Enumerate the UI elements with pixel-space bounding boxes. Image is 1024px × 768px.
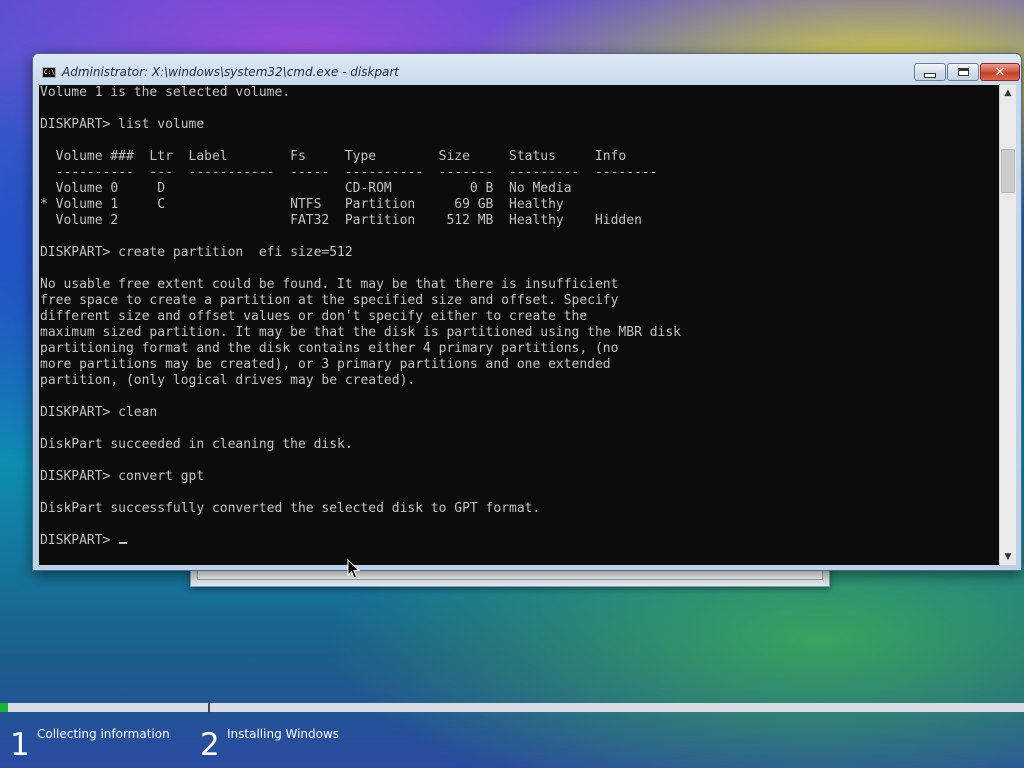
step-label: Collecting information (37, 727, 170, 741)
maximize-button[interactable] (947, 63, 979, 81)
close-icon: ✕ (994, 64, 1006, 80)
minimize-icon (924, 72, 936, 78)
window-title: Administrator: X:\windows\system32\cmd.e… (62, 65, 400, 79)
step-label: Installing Windows (227, 727, 340, 741)
console-line: DiskPart succeeded in cleaning the disk. (40, 437, 353, 452)
scroll-up-arrow-icon[interactable]: ▲ (1000, 85, 1016, 101)
console-line: DISKPART> clean (40, 405, 158, 420)
console-line: ---------- --- ----------- ----- -------… (40, 165, 658, 180)
console-line: DISKPART> create partition efi size=512 (40, 245, 353, 260)
scrollbar-thumb[interactable] (1001, 149, 1015, 193)
minimize-button[interactable] (914, 63, 946, 81)
text-cursor (119, 542, 128, 544)
window-titlebar[interactable]: C:\ Administrator: X:\windows\system32\c… (33, 54, 1021, 86)
console-line: Volume ### Ltr Label Fs Type Size Status… (40, 149, 627, 164)
console-line: maximum sized partition. It may be that … (40, 325, 681, 340)
console-line: DISKPART> convert gpt (40, 469, 205, 484)
console-line: * Volume 1 C NTFS Partition 69 GB Health… (40, 197, 564, 212)
cmd-icon: C:\ (42, 67, 56, 78)
vertical-scrollbar[interactable]: ▲ ▼ (999, 85, 1016, 565)
setup-progress-bar (0, 701, 1024, 714)
setup-progress-fill (0, 703, 9, 712)
progress-step-divider (208, 701, 210, 714)
mouse-pointer-icon (347, 559, 361, 579)
console-output[interactable]: Volume 1 is the selected volume. DISKPAR… (39, 85, 999, 565)
console-line: free space to create a partition at the … (40, 293, 619, 308)
console-prompt-line[interactable]: DISKPART> (39, 533, 999, 549)
console-line: DISKPART> list volume (40, 117, 205, 132)
console-line: different size and offset values or don'… (40, 309, 588, 324)
cmd-window[interactable]: C:\ Administrator: X:\windows\system32\c… (32, 53, 1022, 571)
step-number: 2 (200, 727, 220, 763)
console-line: DiskPart successfully converted the sele… (40, 501, 541, 516)
step-number: 1 (10, 727, 30, 763)
console-line: partition, (only logical drives may be c… (40, 373, 416, 388)
maximize-icon (957, 68, 969, 76)
console-line: No usable free extent could be found. It… (40, 277, 619, 292)
console-line: Volume 0 D CD-ROM 0 B No Media (40, 181, 572, 196)
scroll-down-arrow-icon[interactable]: ▼ (1000, 549, 1016, 565)
console-prompt: DISKPART> (40, 533, 119, 548)
console-line: Volume 1 is the selected volume. (40, 85, 291, 100)
close-button[interactable]: ✕ (980, 63, 1020, 81)
setup-dialog-field (197, 570, 823, 580)
console-line: more partitions may be created), or 3 pr… (40, 357, 611, 372)
console-line: Volume 2 FAT32 Partition 512 MB Healthy … (40, 213, 642, 228)
console-line: partitioning format and the disk contain… (40, 341, 619, 356)
console-text: Volume 1 is the selected volume. DISKPAR… (39, 85, 999, 533)
